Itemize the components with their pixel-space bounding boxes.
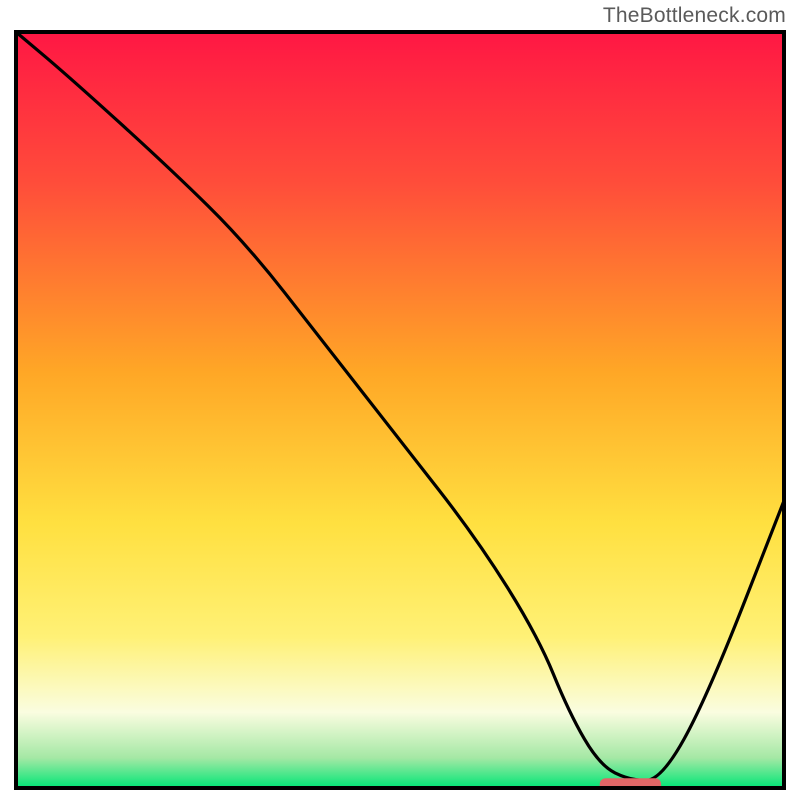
chart-background	[16, 32, 784, 788]
chart-container	[14, 30, 786, 790]
watermark-text: TheBottleneck.com	[603, 4, 786, 28]
chart-svg	[14, 30, 786, 790]
